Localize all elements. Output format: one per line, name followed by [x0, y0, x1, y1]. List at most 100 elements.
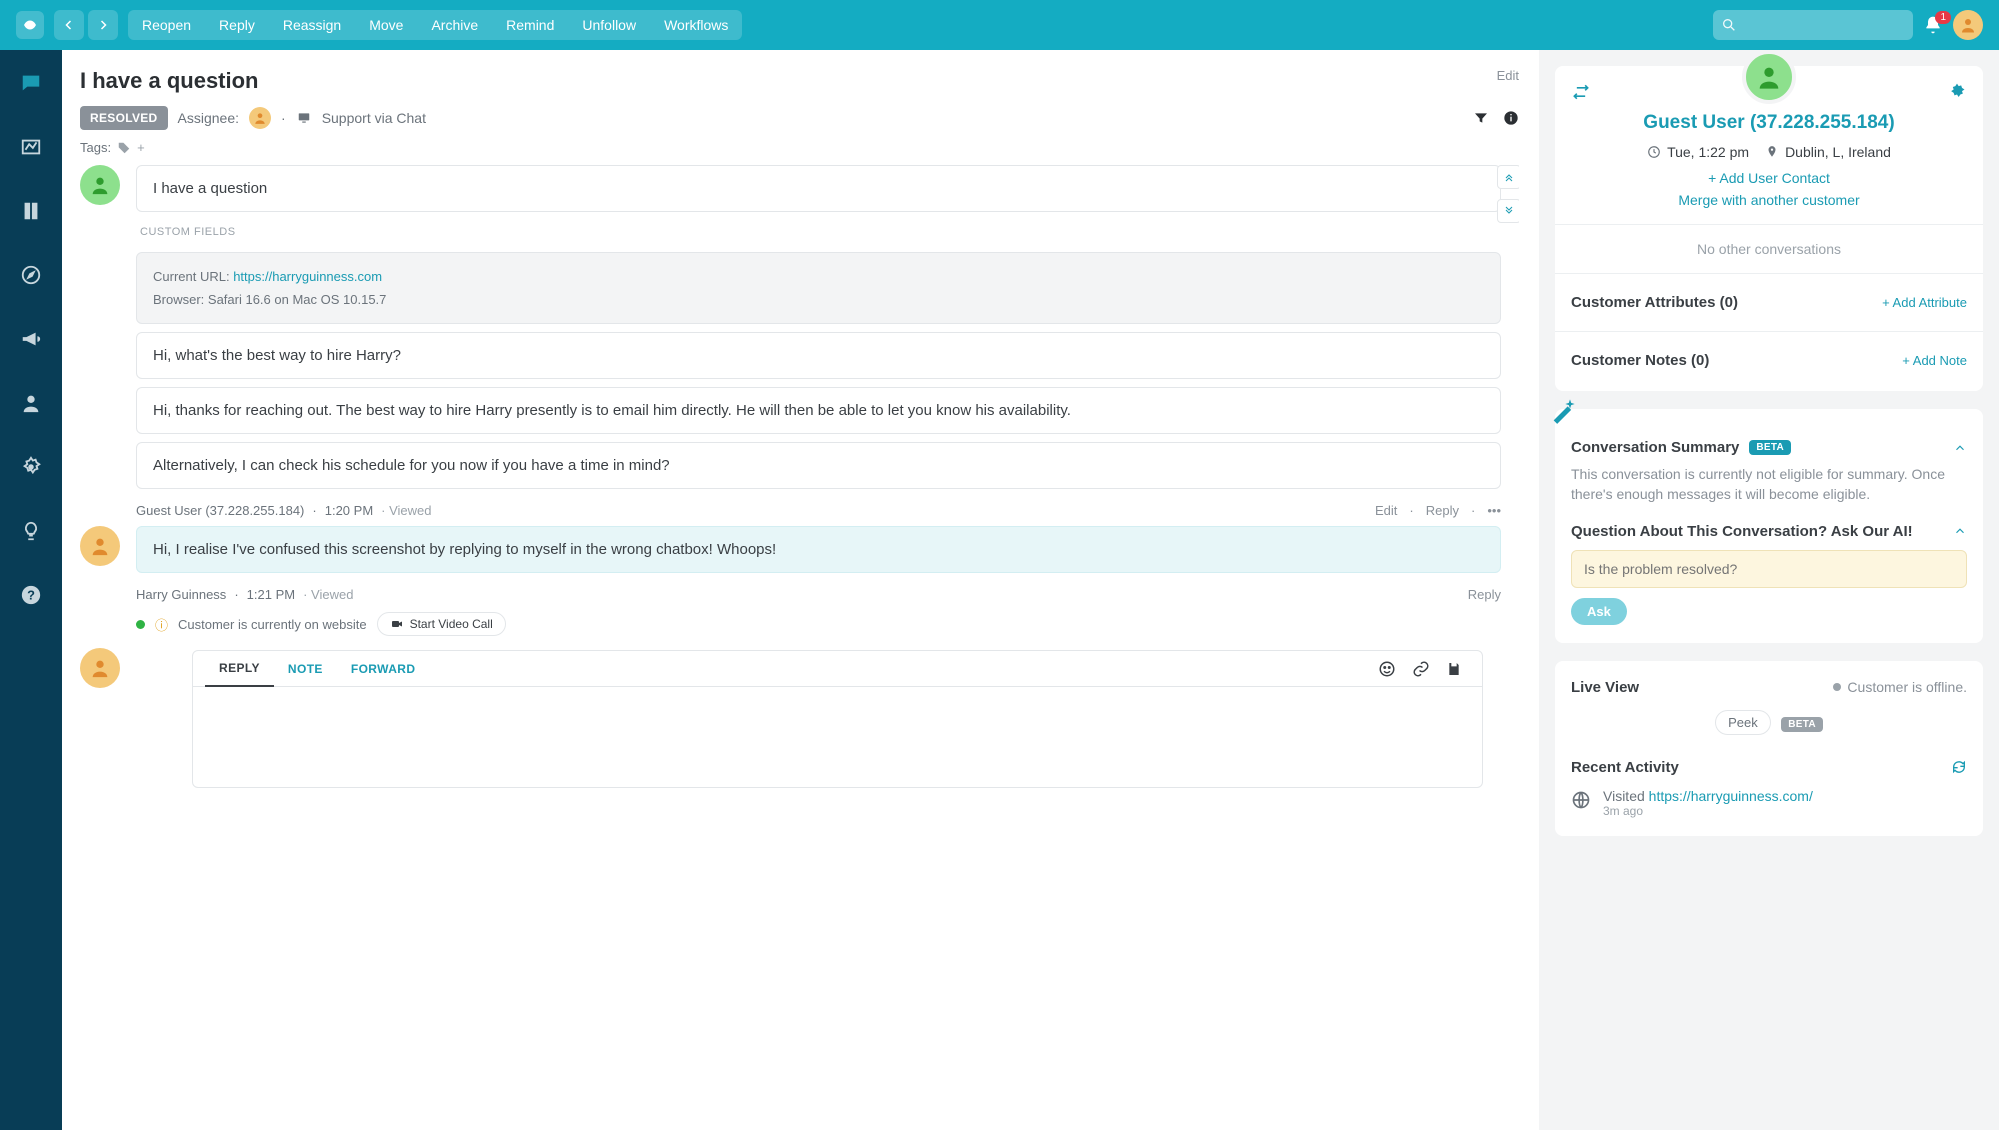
search-input[interactable]	[1713, 10, 1913, 40]
conversation-title: I have a question	[80, 68, 259, 94]
tab-reply[interactable]: REPLY	[205, 651, 274, 687]
reopen-button[interactable]: Reopen	[128, 17, 205, 33]
nav-megaphone-icon[interactable]	[16, 324, 46, 354]
filter-icon[interactable]	[1473, 110, 1489, 126]
nav-settings-icon[interactable]	[16, 452, 46, 482]
message-meta: Guest User (37.228.255.184) · 1:20 PM · …	[136, 497, 1501, 520]
recent-activity-title: Recent Activity	[1571, 759, 1679, 776]
nav-help-icon[interactable]: ?	[16, 580, 46, 610]
current-user-avatar[interactable]	[1953, 10, 1983, 40]
tab-forward[interactable]: FORWARD	[337, 652, 430, 686]
ai-question-input[interactable]	[1571, 550, 1967, 588]
agent-avatar	[80, 526, 120, 566]
meta-reply-link[interactable]: Reply	[1468, 587, 1501, 602]
live-view-title: Live View	[1571, 679, 1639, 696]
assignee-avatar[interactable]	[249, 107, 271, 129]
move-button[interactable]: Move	[355, 17, 417, 33]
top-bar: Reopen Reply Reassign Move Archive Remin…	[0, 0, 1999, 50]
nav-forward-button[interactable]	[88, 10, 118, 40]
save-draft-icon[interactable]	[1438, 661, 1470, 677]
customer-time: Tue, 1:22 pm	[1667, 144, 1749, 160]
tags-label: Tags:	[80, 140, 111, 155]
pin-icon	[1765, 145, 1779, 159]
remind-button[interactable]: Remind	[492, 17, 568, 33]
collapse-ai-icon[interactable]	[1953, 524, 1967, 538]
dot-separator: ·	[281, 110, 286, 126]
nav-compass-icon[interactable]	[16, 260, 46, 290]
nav-kb-icon[interactable]	[16, 196, 46, 226]
link-icon[interactable]	[1404, 660, 1438, 678]
message-bubble: Hi, thanks for reaching out. The best wa…	[136, 387, 1501, 434]
tab-note[interactable]: NOTE	[274, 652, 337, 686]
info-small-icon[interactable]: ⓘ	[155, 615, 168, 634]
summary-body: This conversation is currently not eligi…	[1571, 464, 1967, 505]
nav-user-icon[interactable]	[16, 388, 46, 418]
scroll-top-button[interactable]	[1497, 165, 1519, 189]
collapse-summary-icon[interactable]	[1953, 441, 1967, 455]
nav-chat-icon[interactable]	[16, 68, 46, 98]
swap-icon[interactable]	[1571, 82, 1591, 102]
peek-button[interactable]: Peek	[1715, 710, 1771, 735]
summary-title: Conversation Summary	[1571, 439, 1739, 456]
customer-settings-icon[interactable]	[1947, 82, 1967, 102]
composer: REPLY NOTE FORWARD	[192, 650, 1483, 788]
refresh-icon[interactable]	[1951, 759, 1967, 775]
customer-name[interactable]: Guest User (37.228.255.184)	[1571, 112, 1967, 134]
custom-fields-label: CUSTOM FIELDS	[136, 220, 1501, 244]
app-logo[interactable]	[16, 11, 44, 39]
monitor-icon	[296, 111, 312, 125]
notifications-badge: 1	[1935, 11, 1951, 24]
visited-label: Visited	[1603, 788, 1649, 804]
attributes-label: Customer Attributes (0)	[1571, 294, 1738, 311]
tag-icon[interactable]	[117, 141, 131, 155]
add-attribute-link[interactable]: + Add Attribute	[1882, 295, 1967, 310]
start-video-button[interactable]: Start Video Call	[377, 612, 506, 636]
status-badge: RESOLVED	[80, 106, 168, 130]
nav-idea-icon[interactable]	[16, 516, 46, 546]
notifications-button[interactable]: 1	[1923, 15, 1943, 35]
custom-fields-box: Current URL: https://harryguinness.com B…	[136, 252, 1501, 324]
nav-back-button[interactable]	[54, 10, 84, 40]
meta-edit-link[interactable]: Edit	[1375, 503, 1397, 518]
add-tag[interactable]: +	[137, 140, 145, 155]
online-dot-icon	[136, 620, 145, 629]
archive-button[interactable]: Archive	[417, 17, 492, 33]
nav-analytics-icon[interactable]	[16, 132, 46, 162]
add-contact-link[interactable]: + Add User Contact	[1571, 170, 1967, 186]
visited-time: 3m ago	[1603, 804, 1813, 818]
live-status-text: Customer is offline.	[1847, 679, 1967, 695]
online-status-text: Customer is currently on website	[178, 617, 367, 632]
cf-url-link[interactable]: https://harryguinness.com	[233, 269, 382, 284]
message-bubble: I have a question	[136, 165, 1501, 212]
summary-card: Conversation Summary BETA This conversat…	[1555, 409, 1983, 643]
info-icon[interactable]	[1503, 110, 1519, 126]
ask-button[interactable]: Ask	[1571, 598, 1627, 625]
scroll-bottom-button[interactable]	[1497, 199, 1519, 223]
wand-icon	[1549, 397, 1577, 425]
meta-viewed: · Viewed	[303, 587, 353, 602]
meta-more-icon[interactable]: •••	[1487, 503, 1501, 518]
side-panel: Guest User (37.228.255.184) Tue, 1:22 pm…	[1539, 50, 1999, 1130]
composer-avatar	[80, 648, 120, 688]
conversation-panel: I have a question Edit RESOLVED Assignee…	[62, 50, 1539, 1130]
meta-reply-link[interactable]: Reply	[1426, 503, 1459, 518]
message-bubble: Hi, I realise I've confused this screens…	[136, 526, 1501, 573]
notes-label: Customer Notes (0)	[1571, 352, 1709, 369]
merge-customer-link[interactable]: Merge with another customer	[1571, 192, 1967, 208]
message-bubble: Alternatively, I can check his schedule …	[136, 442, 1501, 489]
compose-textarea[interactable]	[193, 687, 1482, 787]
svg-text:?: ?	[27, 588, 35, 603]
message-meta: Harry Guinness · 1:21 PM · Viewed Reply	[136, 581, 1501, 604]
edit-title-link[interactable]: Edit	[1497, 68, 1519, 83]
beta-badge: BETA	[1781, 717, 1823, 732]
reassign-button[interactable]: Reassign	[269, 17, 355, 33]
add-note-link[interactable]: + Add Note	[1902, 353, 1967, 368]
unfollow-button[interactable]: Unfollow	[568, 17, 650, 33]
assignee-label: Assignee:	[178, 110, 239, 126]
message-thread: I have a question CUSTOM FIELDS Current …	[80, 165, 1519, 1130]
workflows-button[interactable]: Workflows	[650, 17, 742, 33]
emoji-icon[interactable]	[1370, 660, 1404, 678]
left-nav-rail: ?	[0, 50, 62, 1130]
reply-button[interactable]: Reply	[205, 17, 269, 33]
visited-url-link[interactable]: https://harryguinness.com/	[1649, 788, 1813, 804]
